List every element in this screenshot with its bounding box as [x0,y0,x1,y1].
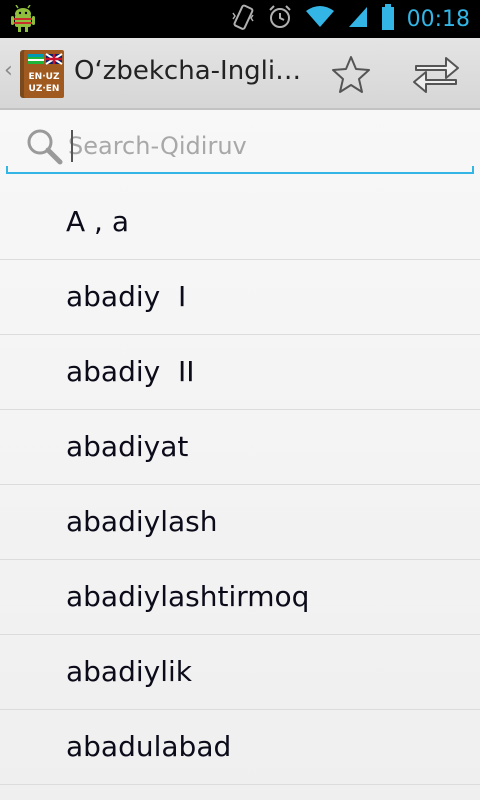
word-list: A , a abadiy I abadiy II abadiyat abadiy… [0,185,480,785]
search-box [6,118,474,174]
signal-icon [347,5,369,33]
android-debug-icon [10,4,36,37]
favorite-button[interactable] [323,46,379,102]
list-item[interactable]: abadiylash [0,485,480,560]
word-label: A , a [66,205,130,238]
word-label: abadiylash [66,505,218,538]
text-cursor [71,130,73,162]
alarm-icon [267,4,293,34]
word-label: abadiylashtirmoq [66,580,310,613]
search-input[interactable] [68,126,458,166]
app-icon-label-top: EN·UZ [29,72,60,82]
search-icon [27,129,63,165]
word-label: abadiyat [66,430,189,463]
app-icon-label-bottom: UZ·EN [29,84,60,94]
list-item[interactable]: abadiylashtirmoq [0,560,480,635]
wifi-icon [305,5,335,33]
battery-icon [381,3,395,35]
app-title: O‘zbekcha-Ingliz... [74,56,306,86]
word-label: abadiy I [66,280,187,313]
word-label: abadiylik [66,655,192,688]
list-item[interactable]: abadiyat [0,410,480,485]
up-navigation-icon[interactable]: ‹ [4,58,13,83]
word-label: abadulabad [66,730,232,763]
action-bar: ‹ EN·UZ UZ·EN O‘zbekcha-Ingliz... [0,38,480,110]
list-item[interactable]: A , a [0,185,480,260]
swap-language-button[interactable] [408,46,464,102]
word-label: abadiy II [66,355,195,388]
list-item[interactable]: abadulabad [0,710,480,785]
status-bar: 00:18 [0,0,480,38]
list-item[interactable]: abadiy II [0,335,480,410]
list-item[interactable]: abadiy I [0,260,480,335]
swap-arrows-icon [413,57,459,93]
vibrate-icon [231,3,255,35]
list-item[interactable]: abadiylik [0,635,480,710]
star-icon [332,56,370,93]
clock-time: 00:18 [406,6,470,32]
app-logo-icon[interactable]: EN·UZ UZ·EN [18,48,68,100]
search-underline [6,166,474,174]
